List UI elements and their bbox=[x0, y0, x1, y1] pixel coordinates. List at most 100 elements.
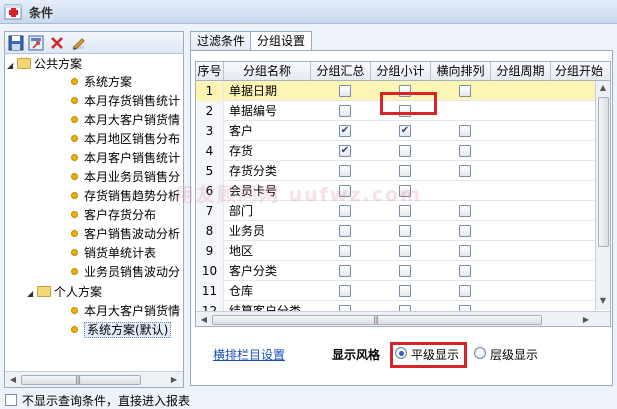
sum-checkbox[interactable] bbox=[339, 285, 351, 297]
folder-icon bbox=[17, 58, 31, 69]
horizontal-checkbox[interactable] bbox=[459, 145, 471, 157]
horizontal-checkbox[interactable] bbox=[459, 205, 471, 217]
horizontal-checkbox[interactable] bbox=[459, 245, 471, 257]
column-header[interactable]: 分组小计 bbox=[371, 62, 431, 81]
horizontal-checkbox[interactable] bbox=[459, 85, 471, 97]
table-row[interactable]: 8 业务员 bbox=[196, 221, 610, 241]
tree-item[interactable]: 客户存货分布 bbox=[71, 206, 156, 224]
column-header[interactable]: 分组开始 bbox=[551, 62, 610, 81]
horizontal-column-settings-link[interactable]: 横排栏目设置 bbox=[213, 346, 285, 363]
scrollbar-thumb[interactable]: ||| bbox=[21, 375, 141, 385]
row-number: 4 bbox=[196, 141, 224, 161]
tree-item-label: 本月大客户销货情 bbox=[84, 304, 181, 318]
subtotal-checkbox[interactable] bbox=[399, 185, 411, 197]
skip-conditions-label[interactable]: 不显示查询条件，直接进入报表 bbox=[22, 392, 190, 409]
edit-icon[interactable] bbox=[70, 35, 86, 51]
subtotal-checkbox[interactable] bbox=[399, 145, 411, 157]
tree-folder-public[interactable]: ◢ 公共方案 bbox=[7, 55, 82, 73]
tree-item[interactable]: 本月存货销售统计 bbox=[71, 92, 180, 110]
sum-checkbox[interactable] bbox=[339, 205, 351, 217]
radio-level-label[interactable]: 层级显示 bbox=[490, 346, 538, 363]
column-header[interactable]: 分组汇总 bbox=[311, 62, 371, 81]
tree-item[interactable]: 本月业务员销售分 bbox=[71, 168, 180, 186]
group-name-cell: 客户分类 bbox=[229, 264, 278, 278]
tab-filter-conditions[interactable]: 过滤条件 bbox=[190, 31, 253, 51]
group-grid: 序号 分组名称 分组汇总 分组小计 横向排列 分组周期 分组开始 1 单据日期 2 单… bbox=[195, 61, 611, 327]
tree-item-selected[interactable]: 系统方案(默认) bbox=[71, 321, 172, 339]
tree-horizontal-scrollbar[interactable]: ◀ ||| ▶ bbox=[5, 371, 183, 387]
radio-level-display[interactable] bbox=[474, 347, 486, 359]
sum-checkbox[interactable] bbox=[339, 165, 351, 177]
subtotal-checkbox[interactable] bbox=[399, 105, 411, 117]
grid-vertical-scrollbar[interactable]: ▲ ▼ bbox=[595, 81, 610, 310]
subtotal-checkbox[interactable] bbox=[399, 165, 411, 177]
scrollbar-thumb[interactable] bbox=[598, 97, 609, 247]
radio-flat-display[interactable] bbox=[395, 347, 407, 359]
grid-horizontal-scrollbar[interactable]: ◀ ||| ▶ bbox=[196, 311, 610, 326]
sum-checkbox[interactable] bbox=[339, 225, 351, 237]
subtotal-checkbox[interactable] bbox=[399, 85, 411, 97]
sum-checkbox[interactable] bbox=[339, 85, 351, 97]
tree-item[interactable]: 本月大客户销货情 bbox=[71, 302, 180, 320]
scroll-up-icon[interactable]: ▲ bbox=[597, 82, 609, 94]
horizontal-checkbox[interactable] bbox=[459, 165, 471, 177]
scroll-right-icon[interactable]: ▶ bbox=[168, 374, 180, 386]
column-header[interactable]: 序号 bbox=[196, 62, 224, 81]
collapse-icon[interactable]: ◢ bbox=[27, 285, 37, 303]
tab-group-settings[interactable]: 分组设置 bbox=[250, 31, 313, 52]
skip-conditions-checkbox[interactable] bbox=[5, 394, 17, 406]
sum-checkbox[interactable]: ✔ bbox=[339, 125, 351, 137]
table-row[interactable]: 7 部门 bbox=[196, 201, 610, 221]
tree-item[interactable]: 系统方案 bbox=[71, 73, 132, 91]
table-row[interactable]: 9 地区 bbox=[196, 241, 610, 261]
table-row[interactable]: 11 仓库 bbox=[196, 281, 610, 301]
radio-flat-label[interactable]: 平级显示 bbox=[411, 346, 459, 363]
sum-checkbox[interactable] bbox=[339, 245, 351, 257]
sum-checkbox[interactable] bbox=[339, 105, 351, 117]
delete-icon[interactable] bbox=[49, 35, 65, 51]
table-row[interactable]: 10 客户分类 bbox=[196, 261, 610, 281]
column-header[interactable]: 横向排列 bbox=[431, 62, 491, 81]
scrollbar-thumb[interactable]: ||| bbox=[212, 315, 542, 325]
sum-checkbox[interactable]: ✔ bbox=[339, 145, 351, 157]
subtotal-checkbox[interactable] bbox=[399, 285, 411, 297]
tree-item[interactable]: 客户销售波动分析 bbox=[71, 225, 180, 243]
tree-folder-personal[interactable]: ◢ 个人方案 bbox=[27, 283, 102, 301]
scroll-down-icon[interactable]: ▼ bbox=[597, 295, 609, 307]
table-row[interactable]: 6 会员卡号 bbox=[196, 181, 610, 201]
sum-checkbox[interactable] bbox=[339, 265, 351, 277]
horizontal-checkbox[interactable] bbox=[459, 125, 471, 137]
horizontal-checkbox[interactable] bbox=[459, 285, 471, 297]
tree-item[interactable]: 本月地区销售分布 bbox=[71, 130, 180, 148]
collapse-icon[interactable]: ◢ bbox=[7, 57, 17, 75]
subtotal-checkbox[interactable] bbox=[399, 265, 411, 277]
scroll-left-icon[interactable]: ◀ bbox=[7, 374, 19, 386]
group-name-cell: 部门 bbox=[229, 204, 254, 218]
tree-item[interactable]: 销货单统计表 bbox=[71, 244, 156, 262]
sum-checkbox[interactable] bbox=[339, 185, 351, 197]
table-row[interactable]: 4 存货 ✔ bbox=[196, 141, 610, 161]
footer: 不显示查询条件，直接进入报表 bbox=[0, 391, 617, 409]
tree-item[interactable]: 本月大客户销货情 bbox=[71, 111, 180, 129]
subtotal-checkbox[interactable] bbox=[399, 205, 411, 217]
export-icon[interactable] bbox=[28, 35, 44, 51]
tree-item[interactable]: 业务员销售波动分 bbox=[71, 263, 180, 281]
tree-item[interactable]: 本月客户销售统计 bbox=[71, 149, 180, 167]
table-row[interactable]: 3 客户 ✔ ✔ bbox=[196, 121, 610, 141]
table-row[interactable]: 5 存货分类 bbox=[196, 161, 610, 181]
scroll-right-icon[interactable]: ▶ bbox=[580, 314, 592, 326]
subtotal-checkbox[interactable]: ✔ bbox=[399, 125, 411, 137]
table-row[interactable]: 2 单据编号 bbox=[196, 101, 610, 121]
table-row[interactable]: 1 单据日期 bbox=[196, 81, 610, 101]
row-number: 3 bbox=[196, 121, 224, 141]
tree-item[interactable]: 存货销售趋势分析 bbox=[71, 187, 180, 205]
column-header[interactable]: 分组名称 bbox=[224, 62, 311, 81]
scroll-left-icon[interactable]: ◀ bbox=[198, 314, 210, 326]
title-bar[interactable]: 条件 bbox=[0, 0, 617, 24]
subtotal-checkbox[interactable] bbox=[399, 225, 411, 237]
save-icon[interactable] bbox=[8, 35, 24, 51]
horizontal-checkbox[interactable] bbox=[459, 225, 471, 237]
horizontal-checkbox[interactable] bbox=[459, 265, 471, 277]
subtotal-checkbox[interactable] bbox=[399, 245, 411, 257]
column-header[interactable]: 分组周期 bbox=[491, 62, 551, 81]
